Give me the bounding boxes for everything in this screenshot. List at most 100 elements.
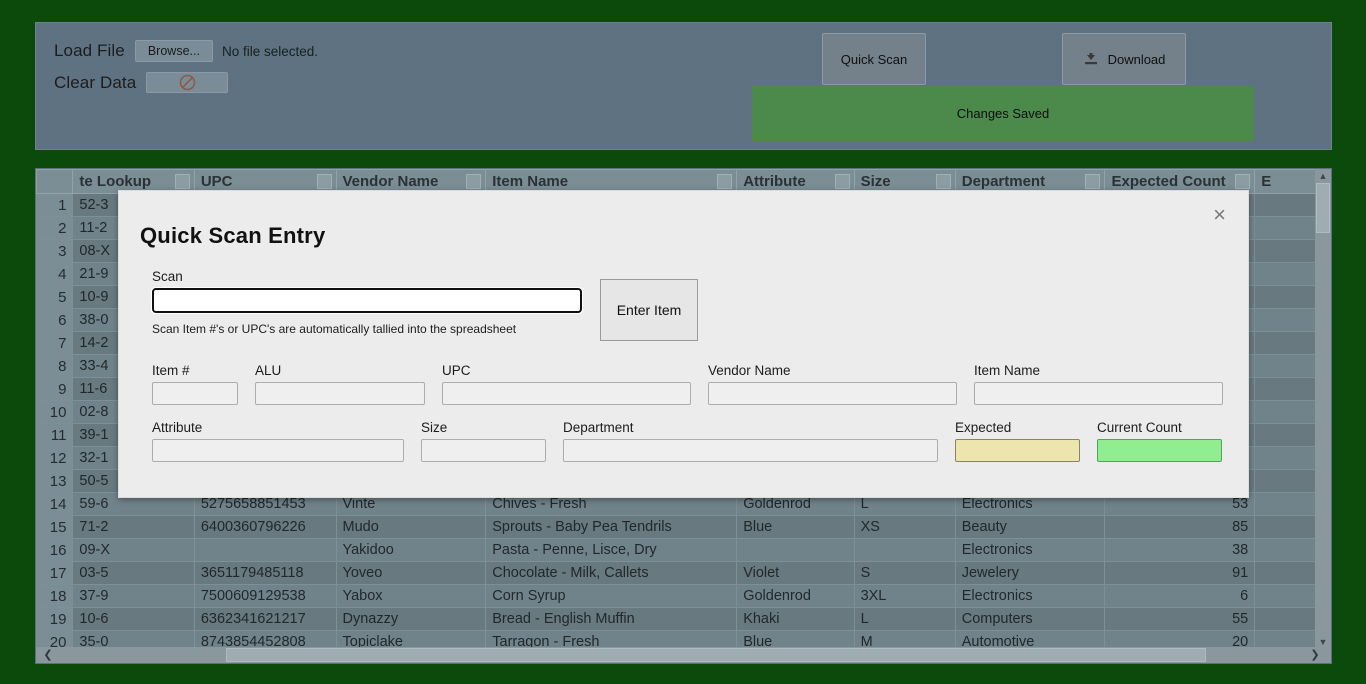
vendor-name-input[interactable] bbox=[708, 382, 957, 405]
vertical-scrollbar[interactable]: ▲ ▼ bbox=[1315, 169, 1331, 649]
cell-upc[interactable]: 3651179485118 bbox=[194, 562, 336, 585]
cell-rownum[interactable]: 12 bbox=[37, 447, 73, 470]
cell-last[interactable] bbox=[1255, 608, 1316, 631]
cell-rownum[interactable]: 11 bbox=[37, 424, 73, 447]
cell-last[interactable] bbox=[1255, 424, 1316, 447]
cell-size[interactable]: XS bbox=[854, 516, 955, 539]
cell-upc[interactable]: 7500609129538 bbox=[194, 585, 336, 608]
upc-input[interactable] bbox=[442, 382, 691, 405]
cell-upc[interactable]: 6362341621217 bbox=[194, 608, 336, 631]
cell-attr[interactable]: Blue bbox=[737, 516, 854, 539]
cell-date[interactable]: 37-9 bbox=[73, 585, 194, 608]
quick-scan-button[interactable]: Quick Scan bbox=[822, 33, 926, 85]
filter-icon[interactable] bbox=[1085, 174, 1100, 189]
cell-rownum[interactable]: 15 bbox=[37, 516, 73, 539]
browse-button[interactable]: Browse... bbox=[135, 40, 213, 62]
scroll-left-arrow[interactable]: ❮ bbox=[40, 647, 56, 663]
table-row[interactable]: 1703-53651179485118YoveoChocolate - Milk… bbox=[37, 562, 1316, 585]
department-input[interactable] bbox=[563, 439, 938, 462]
filter-icon[interactable] bbox=[936, 174, 951, 189]
cell-rownum[interactable]: 1 bbox=[37, 194, 73, 217]
cell-rownum[interactable]: 8 bbox=[37, 355, 73, 378]
cell-expected[interactable]: 85 bbox=[1105, 516, 1255, 539]
cell-rownum[interactable]: 3 bbox=[37, 240, 73, 263]
close-icon[interactable]: × bbox=[1207, 202, 1232, 228]
cell-last[interactable] bbox=[1255, 447, 1316, 470]
filter-icon[interactable] bbox=[1235, 174, 1250, 189]
cell-last[interactable] bbox=[1255, 263, 1316, 286]
column-header-rownum[interactable] bbox=[37, 170, 73, 194]
cell-rownum[interactable]: 6 bbox=[37, 309, 73, 332]
cell-rownum[interactable]: 17 bbox=[37, 562, 73, 585]
attribute-input[interactable] bbox=[152, 439, 404, 462]
current-count-input[interactable] bbox=[1097, 439, 1222, 462]
cell-attr[interactable]: Khaki bbox=[737, 608, 854, 631]
cell-rownum[interactable]: 18 bbox=[37, 585, 73, 608]
filter-icon[interactable] bbox=[466, 174, 481, 189]
cell-last[interactable] bbox=[1255, 309, 1316, 332]
cell-date[interactable]: 03-5 bbox=[73, 562, 194, 585]
item-name-input[interactable] bbox=[974, 382, 1223, 405]
filter-icon[interactable] bbox=[317, 174, 332, 189]
cell-last[interactable] bbox=[1255, 378, 1316, 401]
table-row[interactable]: 1837-97500609129538YaboxCorn SyrupGolden… bbox=[37, 585, 1316, 608]
cell-rownum[interactable]: 4 bbox=[37, 263, 73, 286]
cell-size[interactable]: S bbox=[854, 562, 955, 585]
alu-input[interactable] bbox=[255, 382, 425, 405]
cell-date[interactable]: 09-X bbox=[73, 539, 194, 562]
cell-item[interactable]: Pasta - Penne, Lisce, Dry bbox=[486, 539, 737, 562]
cell-size[interactable]: L bbox=[854, 608, 955, 631]
cell-last[interactable] bbox=[1255, 585, 1316, 608]
cell-attr[interactable] bbox=[737, 539, 854, 562]
cell-rownum[interactable]: 19 bbox=[37, 608, 73, 631]
cell-item[interactable]: Chocolate - Milk, Callets bbox=[486, 562, 737, 585]
cell-last[interactable] bbox=[1255, 355, 1316, 378]
cell-last[interactable] bbox=[1255, 470, 1316, 493]
enter-item-button[interactable]: Enter Item bbox=[600, 279, 698, 341]
cell-rownum[interactable]: 16 bbox=[37, 539, 73, 562]
cell-vendor[interactable]: Mudo bbox=[336, 516, 486, 539]
table-row[interactable]: 1571-26400360796226MudoSprouts - Baby Pe… bbox=[37, 516, 1316, 539]
cell-dept[interactable]: Electronics bbox=[955, 585, 1105, 608]
cell-rownum[interactable]: 7 bbox=[37, 332, 73, 355]
cell-last[interactable] bbox=[1255, 240, 1316, 263]
expected-input[interactable] bbox=[955, 439, 1080, 462]
cell-last[interactable] bbox=[1255, 562, 1316, 585]
cell-upc[interactable]: 6400360796226 bbox=[194, 516, 336, 539]
cell-dept[interactable]: Electronics bbox=[955, 539, 1105, 562]
download-button[interactable]: Download bbox=[1062, 33, 1186, 85]
cell-item[interactable]: Sprouts - Baby Pea Tendrils bbox=[486, 516, 737, 539]
cell-date[interactable]: 10-6 bbox=[73, 608, 194, 631]
cell-vendor[interactable]: Yoveo bbox=[336, 562, 486, 585]
cell-rownum[interactable]: 10 bbox=[37, 401, 73, 424]
cell-dept[interactable]: Beauty bbox=[955, 516, 1105, 539]
cell-last[interactable] bbox=[1255, 539, 1316, 562]
cell-last[interactable] bbox=[1255, 217, 1316, 240]
item-input[interactable] bbox=[152, 382, 238, 405]
cell-expected[interactable]: 38 bbox=[1105, 539, 1255, 562]
clear-data-button[interactable] bbox=[146, 72, 228, 93]
cell-rownum[interactable]: 9 bbox=[37, 378, 73, 401]
cell-upc[interactable] bbox=[194, 539, 336, 562]
cell-rownum[interactable]: 14 bbox=[37, 493, 73, 516]
horizontal-scrollbar[interactable]: ❮ ❯ bbox=[36, 647, 1332, 663]
column-header-last[interactable]: E bbox=[1255, 170, 1316, 194]
cell-expected[interactable]: 55 bbox=[1105, 608, 1255, 631]
cell-last[interactable] bbox=[1255, 516, 1316, 539]
horizontal-scroll-thumb[interactable] bbox=[226, 648, 1206, 662]
vertical-scroll-thumb[interactable] bbox=[1316, 183, 1330, 233]
cell-rownum[interactable]: 2 bbox=[37, 217, 73, 240]
cell-attr[interactable]: Goldenrod bbox=[737, 585, 854, 608]
cell-last[interactable] bbox=[1255, 332, 1316, 355]
size-input[interactable] bbox=[421, 439, 546, 462]
filter-icon[interactable] bbox=[717, 174, 732, 189]
cell-size[interactable] bbox=[854, 539, 955, 562]
cell-vendor[interactable]: Yakidoo bbox=[336, 539, 486, 562]
filter-icon[interactable] bbox=[175, 174, 190, 189]
cell-vendor[interactable]: Yabox bbox=[336, 585, 486, 608]
cell-rownum[interactable]: 13 bbox=[37, 470, 73, 493]
cell-date[interactable]: 71-2 bbox=[73, 516, 194, 539]
cell-attr[interactable]: Violet bbox=[737, 562, 854, 585]
cell-dept[interactable]: Jewelery bbox=[955, 562, 1105, 585]
scroll-right-arrow[interactable]: ❯ bbox=[1307, 647, 1323, 663]
